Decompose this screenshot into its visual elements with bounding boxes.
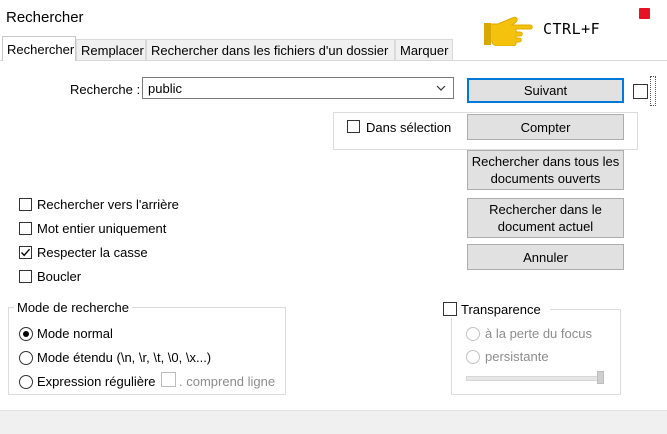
mode-normal-radio[interactable] xyxy=(19,327,33,341)
find-all-in-open-docs-button[interactable]: Rechercher dans tous les documents ouver… xyxy=(467,150,624,190)
find-next-button[interactable]: Suivant xyxy=(467,78,624,103)
find-all-current-label-1: Rechercher dans le xyxy=(489,202,602,217)
in-selection-label: Dans sélection xyxy=(366,120,452,135)
tab-replace[interactable]: Remplacer xyxy=(76,39,146,60)
transparency-focus-label: à la perte du focus xyxy=(485,326,592,341)
whole-word-checkbox[interactable] xyxy=(19,222,32,235)
close-button[interactable] xyxy=(639,8,650,19)
chevron-down-icon[interactable] xyxy=(435,82,447,94)
tab-find-in-files[interactable]: Rechercher dans les fichiers d'un dossie… xyxy=(146,39,395,60)
find-all-current-label-2: document actuel xyxy=(497,219,594,234)
find-all-open-label-1: Rechercher dans tous les xyxy=(471,154,620,169)
count-button[interactable]: Compter xyxy=(467,114,624,140)
transparency-slider-thumb[interactable] xyxy=(597,371,604,384)
match-case-checkbox[interactable] xyxy=(19,246,32,259)
focus-indicator xyxy=(650,76,656,106)
search-mode-title: Mode de recherche xyxy=(14,300,133,315)
find-all-in-current-doc-button[interactable]: Rechercher dans le document actuel xyxy=(467,198,624,238)
transparency-always-label: persistante xyxy=(485,349,549,364)
search-label: Recherche : xyxy=(70,82,141,97)
in-selection-checkbox[interactable] xyxy=(347,120,360,133)
transparency-label: Transparence xyxy=(461,302,541,317)
search-input[interactable]: public xyxy=(148,81,182,96)
checkmark-icon xyxy=(20,248,31,257)
transparency-focus-radio[interactable] xyxy=(466,327,480,341)
tab-find[interactable]: Rechercher xyxy=(2,36,76,61)
mode-regex-radio[interactable] xyxy=(19,375,33,389)
backward-checkbox[interactable] xyxy=(19,198,32,211)
transparency-always-radio[interactable] xyxy=(466,350,480,364)
transparency-checkbox[interactable] xyxy=(443,302,457,316)
cancel-button[interactable]: Annuler xyxy=(467,244,624,270)
search-combobox[interactable]: public xyxy=(142,77,454,99)
pointing-hand-icon xyxy=(484,16,533,46)
mode-extended-radio[interactable] xyxy=(19,351,33,365)
status-bar xyxy=(0,410,667,434)
tab-mark[interactable]: Marquer xyxy=(395,39,453,60)
shortcut-hint: CTRL+F xyxy=(543,20,601,38)
match-case-label: Respecter la casse xyxy=(37,245,148,260)
wrap-checkbox[interactable] xyxy=(19,270,32,283)
dot-newline-checkbox[interactable] xyxy=(161,372,176,387)
window-title: Rechercher xyxy=(6,9,84,26)
radio-dot xyxy=(23,331,29,337)
mode-extended-label: Mode étendu (\n, \r, \t, \0, \x...) xyxy=(37,350,212,365)
mode-normal-label: Mode normal xyxy=(37,326,113,341)
mode-regex-label: Expression régulière xyxy=(37,374,156,389)
wrap-label: Boucler xyxy=(37,269,82,284)
direction-checkbox[interactable] xyxy=(633,84,648,99)
dot-newline-label: . comprend ligne xyxy=(179,374,276,389)
transparency-slider[interactable] xyxy=(466,376,604,381)
whole-word-label: Mot entier uniquement xyxy=(37,221,167,236)
find-all-open-label-2: documents ouverts xyxy=(490,171,601,186)
backward-label: Rechercher vers l'arrière xyxy=(37,197,179,212)
